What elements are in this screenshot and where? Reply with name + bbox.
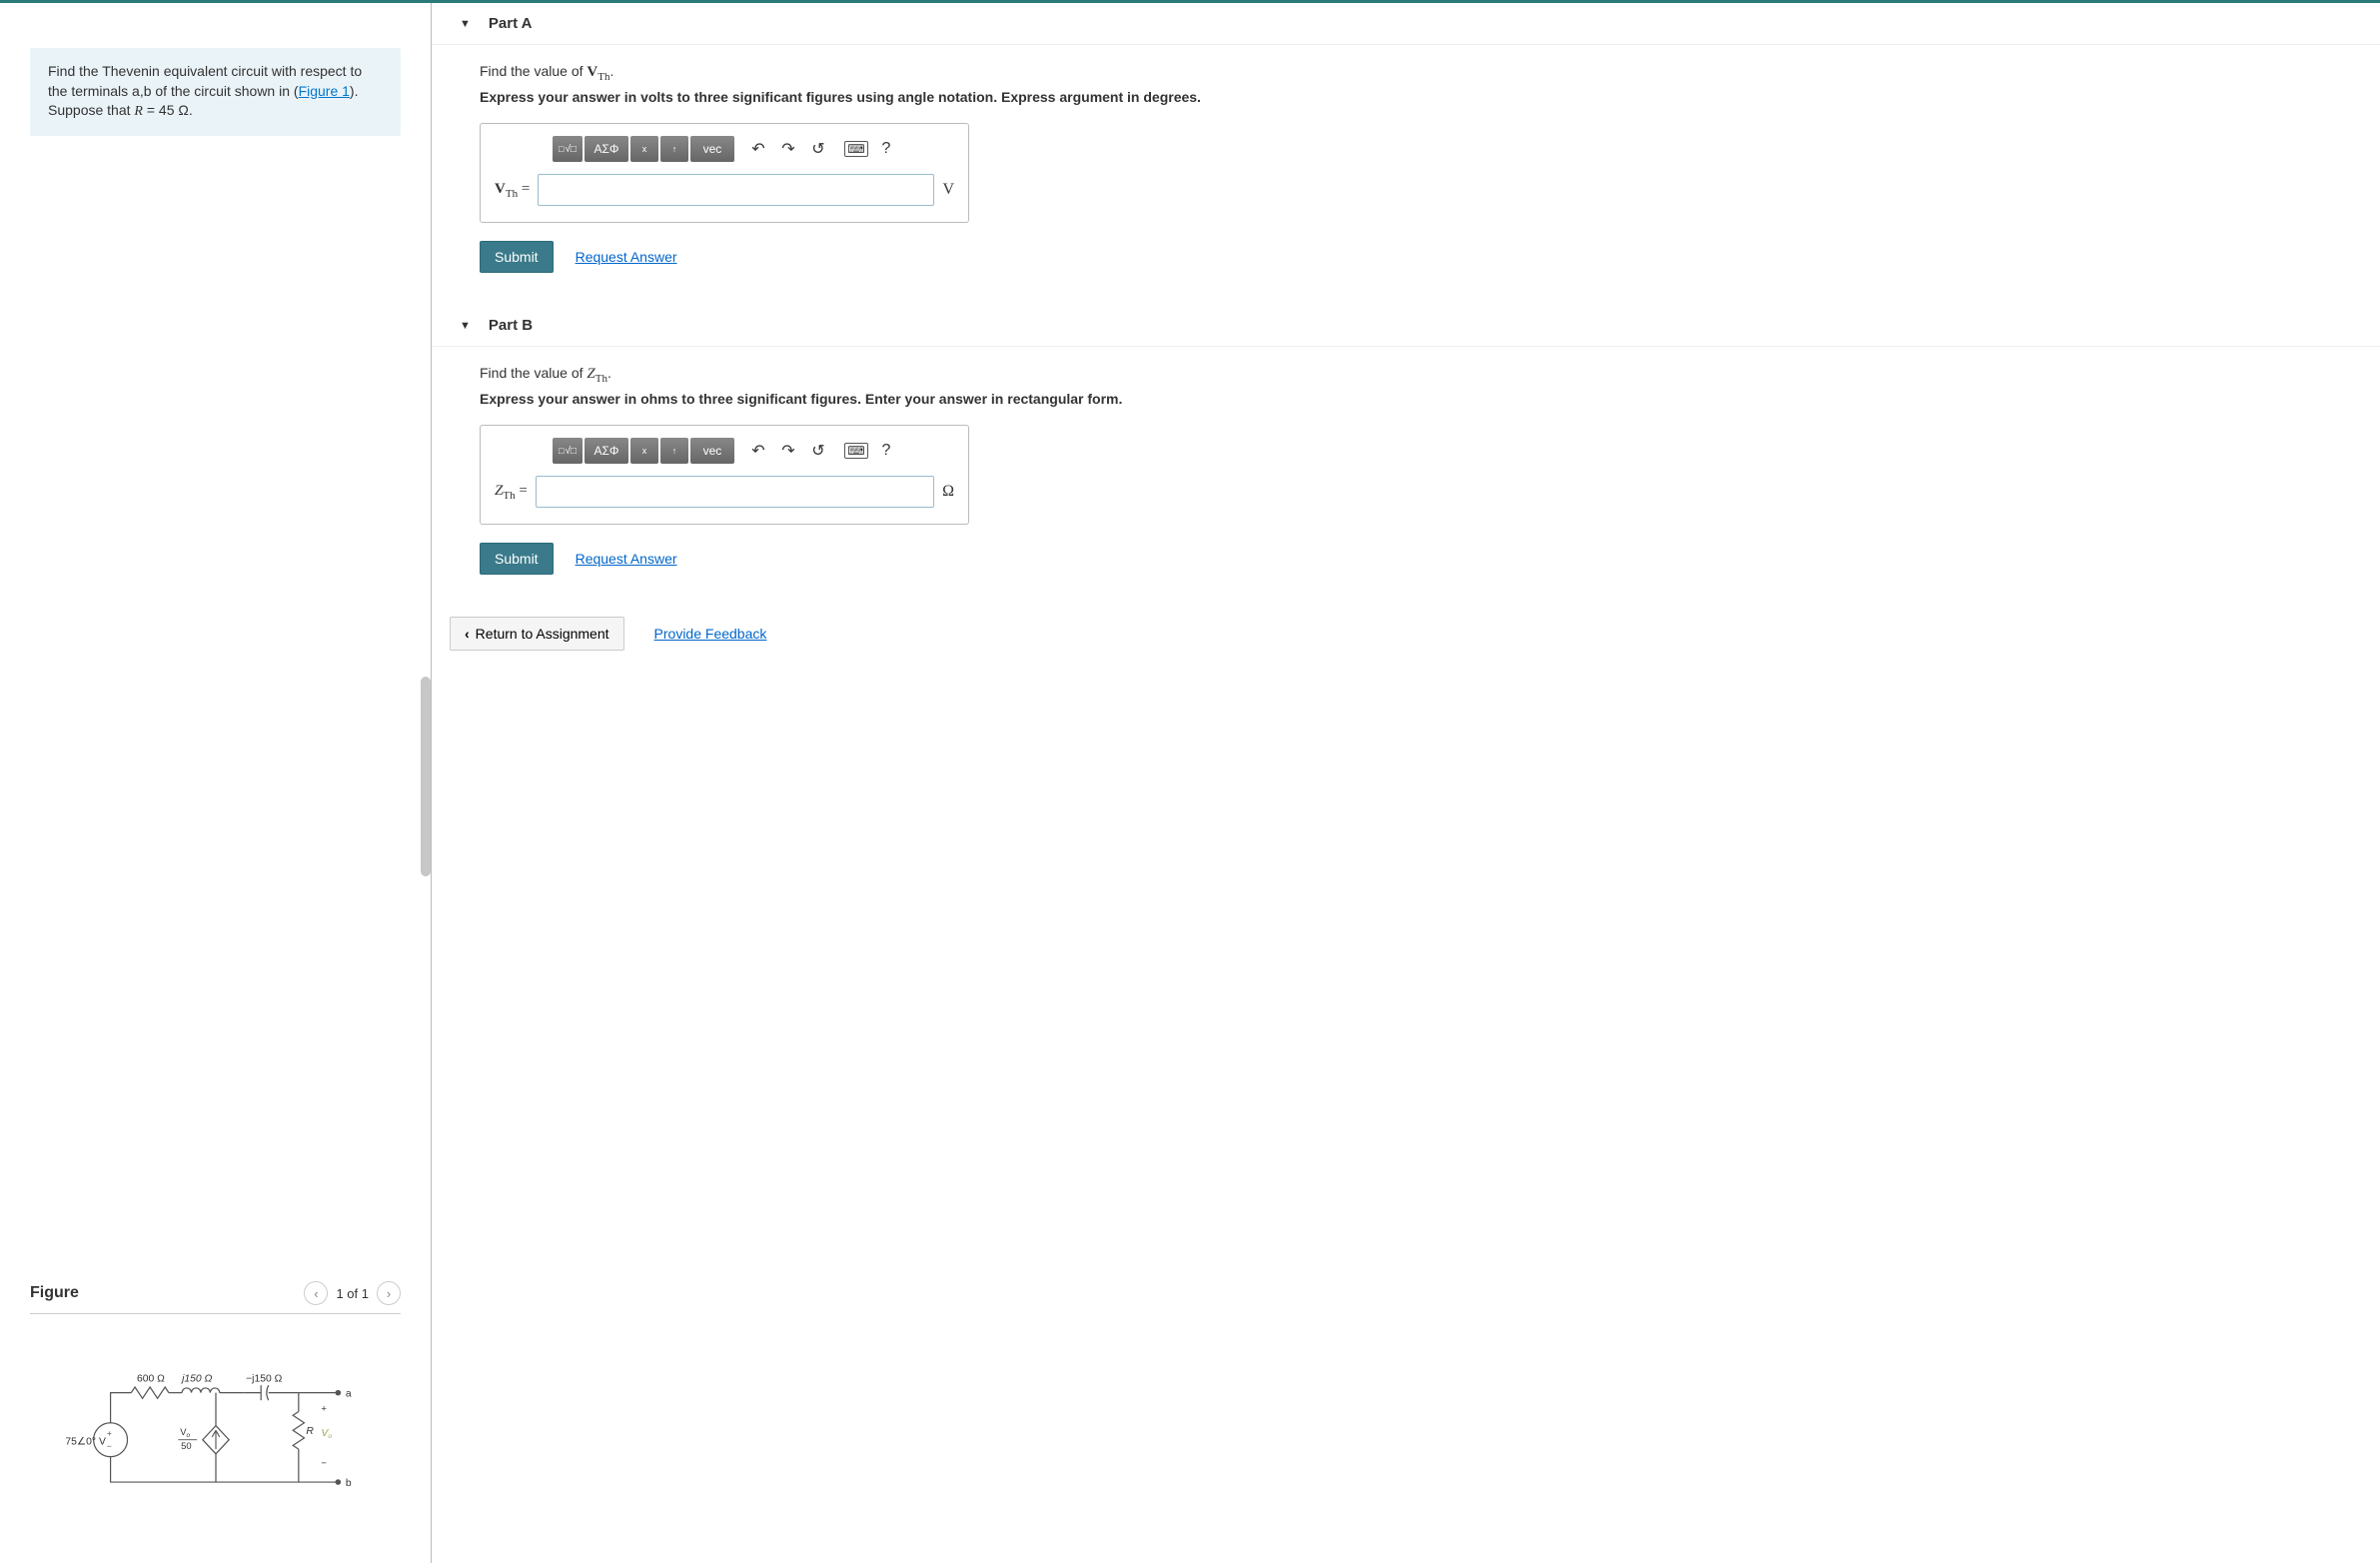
- part-b-input[interactable]: [536, 476, 934, 508]
- figure-link[interactable]: Figure 1: [299, 83, 350, 99]
- greek-button[interactable]: ΑΣΦ: [585, 136, 628, 162]
- pager-label: 1 of 1: [336, 1286, 369, 1301]
- greek-button[interactable]: ΑΣΦ: [585, 438, 628, 464]
- undo-button[interactable]: ↶: [744, 136, 772, 162]
- term-b: b: [345, 1477, 351, 1488]
- Vo-label: Vo: [321, 1427, 332, 1439]
- problem-var: R: [134, 104, 143, 119]
- undo-button[interactable]: ↶: [744, 438, 772, 464]
- help-button[interactable]: ?: [872, 136, 900, 162]
- exp-button[interactable]: x: [630, 136, 658, 162]
- jl-label: j150 Ω: [180, 1373, 212, 1384]
- svg-text:50: 50: [181, 1440, 191, 1451]
- return-to-assignment-button[interactable]: ‹Return to Assignment: [450, 617, 624, 651]
- part-a-request-answer-link[interactable]: Request Answer: [576, 249, 677, 265]
- reset-button[interactable]: ↺: [804, 438, 832, 464]
- problem-eq: = 45 Ω.: [143, 102, 193, 118]
- src-label: 75∠0° V: [65, 1436, 106, 1447]
- part-b-instruction: Express your answer in ohms to three sig…: [480, 391, 2340, 407]
- svg-text:−: −: [321, 1457, 327, 1468]
- svg-text:+: +: [321, 1402, 327, 1413]
- subscript-button[interactable]: ↑: [660, 136, 688, 162]
- problem-statement: Find the Thevenin equivalent circuit wit…: [30, 48, 401, 136]
- part-b-submit-button[interactable]: Submit: [480, 543, 554, 575]
- part-a-submit-button[interactable]: Submit: [480, 241, 554, 273]
- part-b-toolbar: □√□ ΑΣΦ x ↑ vec ↶ ↷ ↺ ⌨ ?: [495, 438, 954, 464]
- keyboard-button[interactable]: ⌨: [842, 438, 870, 464]
- reset-button[interactable]: ↺: [804, 136, 832, 162]
- part-a-prompt: Find the value of VTh.: [480, 63, 2340, 83]
- R-label: R: [306, 1426, 314, 1437]
- circuit-svg: + − 75∠0° V 600 Ω j150 Ω −j150 Ω Vo 50 R…: [56, 1350, 376, 1520]
- svg-text:+: +: [106, 1427, 111, 1437]
- part-b-unit: Ω: [942, 483, 954, 501]
- part-b-lhs: ZTh =: [495, 483, 528, 502]
- collapse-icon[interactable]: ▼: [460, 320, 471, 332]
- redo-button[interactable]: ↷: [774, 438, 802, 464]
- part-b-answer-box: □√□ ΑΣΦ x ↑ vec ↶ ↷ ↺ ⌨ ? ZTh =: [480, 425, 969, 525]
- exp-button[interactable]: x: [630, 438, 658, 464]
- provide-feedback-link[interactable]: Provide Feedback: [654, 626, 767, 642]
- part-b-title: Part B: [489, 317, 533, 334]
- part-a: ▼ Part A Find the value of VTh. Express …: [432, 3, 2380, 293]
- part-b-prompt: Find the value of ZTh.: [480, 365, 2340, 385]
- figure-pager: ‹ 1 of 1 ›: [304, 1281, 401, 1305]
- cap-label: −j150 Ω: [246, 1373, 282, 1384]
- part-a-answer-box: □√□ ΑΣΦ x ↑ vec ↶ ↷ ↺ ⌨ ? VTh =: [480, 123, 969, 223]
- keyboard-button[interactable]: ⌨: [842, 136, 870, 162]
- part-a-title: Part A: [489, 15, 533, 32]
- subscript-button[interactable]: ↑: [660, 438, 688, 464]
- figure-title: Figure: [30, 1284, 79, 1302]
- chevron-left-icon: ‹: [465, 626, 470, 642]
- svg-text:Vo: Vo: [180, 1426, 190, 1439]
- part-a-input[interactable]: [538, 174, 934, 206]
- pager-prev-button[interactable]: ‹: [304, 1281, 328, 1305]
- circuit-figure: + − 75∠0° V 600 Ω j150 Ω −j150 Ω Vo 50 R…: [30, 1313, 401, 1543]
- part-b: ▼ Part B Find the value of ZTh. Express …: [432, 305, 2380, 595]
- part-a-toolbar: □√□ ΑΣΦ x ↑ vec ↶ ↷ ↺ ⌨ ?: [495, 136, 954, 162]
- term-a: a: [345, 1388, 351, 1399]
- templates-button[interactable]: □√□: [553, 438, 583, 464]
- redo-button[interactable]: ↷: [774, 136, 802, 162]
- pager-next-button[interactable]: ›: [377, 1281, 401, 1305]
- vec-button[interactable]: vec: [690, 438, 734, 464]
- svg-text:−: −: [106, 1441, 111, 1451]
- r1-label: 600 Ω: [136, 1373, 164, 1384]
- part-a-unit: V: [942, 181, 954, 199]
- templates-button[interactable]: □√□: [553, 136, 583, 162]
- figure-panel: Figure ‹ 1 of 1 ›: [0, 1261, 431, 1563]
- part-b-request-answer-link[interactable]: Request Answer: [576, 551, 677, 567]
- left-scrollbar[interactable]: [421, 673, 431, 882]
- vec-button[interactable]: vec: [690, 136, 734, 162]
- collapse-icon[interactable]: ▼: [460, 18, 471, 30]
- part-a-instruction: Express your answer in volts to three si…: [480, 89, 2340, 105]
- part-a-lhs: VTh =: [495, 181, 530, 200]
- help-button[interactable]: ?: [872, 438, 900, 464]
